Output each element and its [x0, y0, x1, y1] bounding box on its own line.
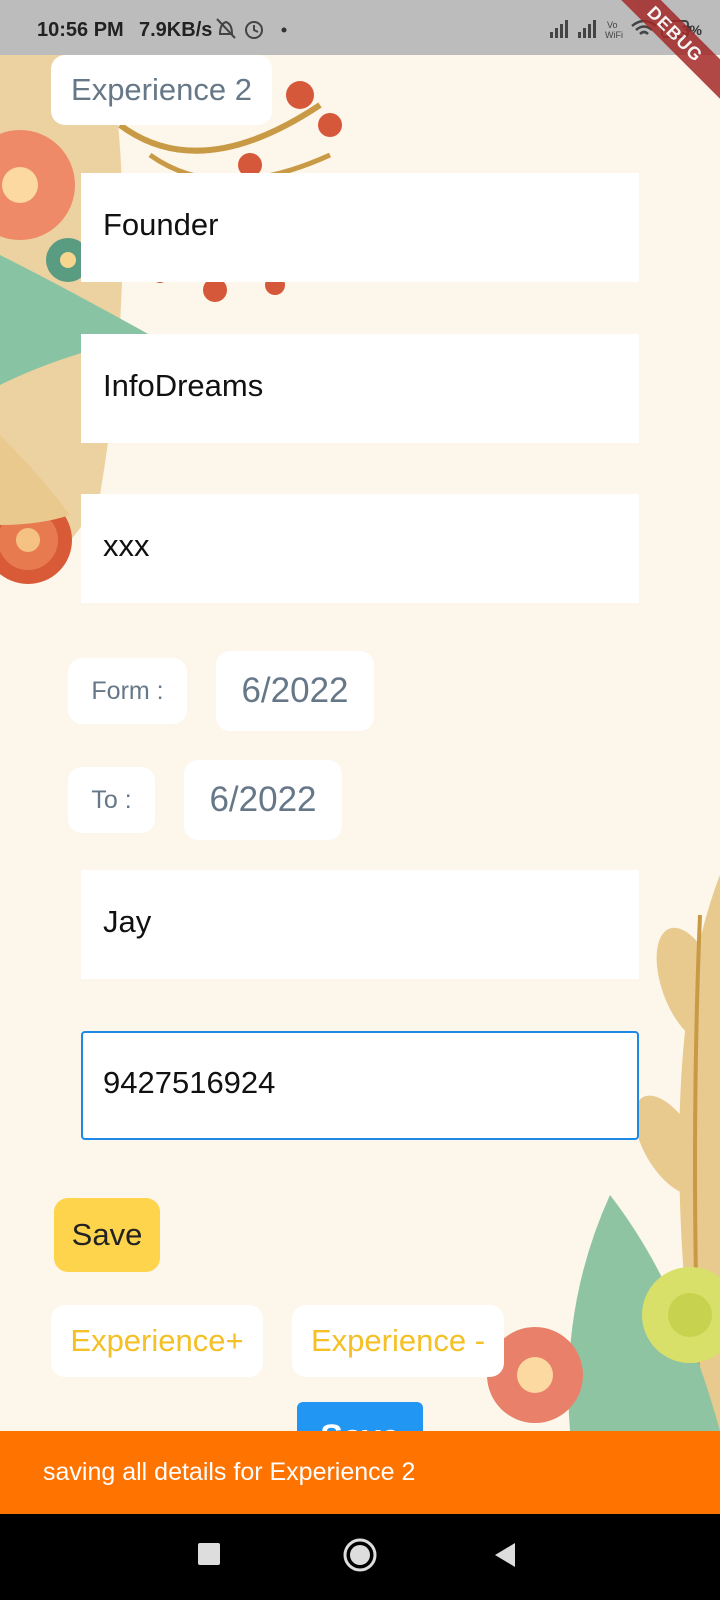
save-experience-button[interactable]: Save — [54, 1198, 160, 1272]
company-field[interactable]: InfoDreams — [81, 334, 639, 443]
signal-icon — [550, 20, 596, 38]
snackbar: saving all details for Experience 2 — [0, 1431, 720, 1514]
dot-icon — [281, 27, 287, 33]
to-label: To : — [68, 767, 155, 833]
reference-phone-field[interactable]: 9427516924 — [81, 1031, 639, 1140]
reference-phone-value: 9427516924 — [103, 1065, 276, 1100]
recents-nav-icon[interactable] — [197, 1542, 221, 1566]
status-net-speed: 7.9KB/s — [139, 19, 213, 41]
status-bar: 10:56 PM 7.9KB/s Vo WiFi 3% — [0, 0, 720, 55]
from-date-picker[interactable]: 6/2022 — [216, 651, 374, 731]
to-date-picker[interactable]: 6/2022 — [184, 760, 342, 840]
svg-text:WiFi: WiFi — [605, 30, 623, 40]
save-all-button[interactable]: Save — [297, 1402, 423, 1431]
experience-form-screen: Experience 2 Founder InfoDreams xxx Form… — [0, 55, 720, 1431]
back-nav-icon[interactable] — [493, 1542, 517, 1568]
designation-value: Founder — [103, 207, 219, 242]
system-nav-bar — [0, 1514, 720, 1600]
from-label: Form : — [68, 658, 187, 724]
company-value: InfoDreams — [103, 368, 264, 403]
snackbar-message: saving all details for Experience 2 — [43, 1458, 416, 1486]
reference-name-value: Jay — [103, 904, 152, 939]
notifications-off-icon — [216, 18, 236, 39]
remove-experience-button[interactable]: Experience - — [292, 1305, 504, 1377]
description-field[interactable]: xxx — [81, 494, 639, 603]
alarm-icon — [245, 21, 263, 39]
home-nav-icon[interactable] — [343, 1538, 377, 1572]
status-time: 10:56 PM — [37, 19, 124, 41]
description-value: xxx — [103, 528, 150, 563]
experience-section-title: Experience 2 — [51, 55, 272, 125]
status-left-icons — [214, 16, 294, 47]
add-experience-button[interactable]: Experience+ — [51, 1305, 263, 1377]
designation-field[interactable]: Founder — [81, 173, 639, 282]
vowifi-icon: Vo — [607, 20, 618, 30]
reference-name-field[interactable]: Jay — [81, 870, 639, 979]
